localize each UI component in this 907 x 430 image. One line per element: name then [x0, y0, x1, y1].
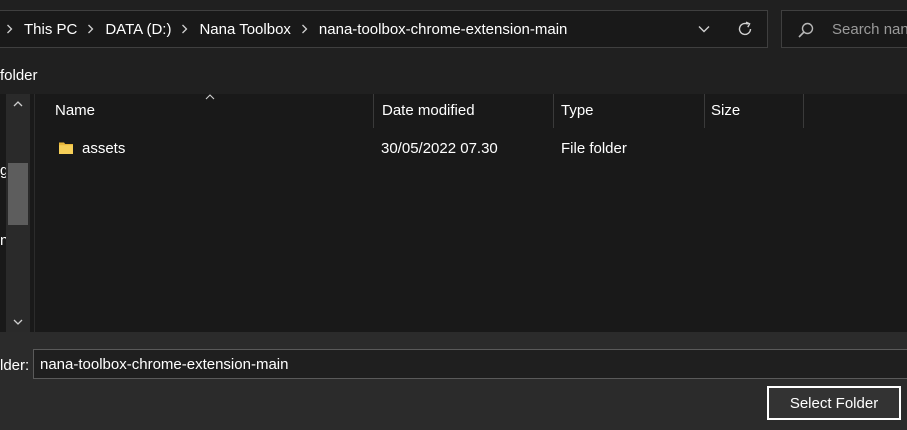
column-header-type[interactable]: Type [561, 94, 594, 128]
column-divider[interactable] [373, 94, 374, 128]
folder-picker-dialog: This PC DATA (D:) Nana Toolbox nana-tool… [0, 0, 907, 430]
search-icon [798, 22, 814, 38]
address-bar[interactable]: This PC DATA (D:) Nana Toolbox nana-tool… [0, 10, 768, 48]
navigation-pane: g n [0, 94, 34, 332]
column-header-size[interactable]: Size [711, 94, 740, 128]
scrollbar-thumb[interactable] [8, 163, 28, 225]
refresh-icon[interactable] [733, 18, 757, 40]
nav-scrollbar[interactable] [6, 94, 30, 332]
column-header-name[interactable]: Name [55, 94, 95, 128]
file-date-modified: 30/05/2022 07.30 [381, 140, 498, 157]
column-divider[interactable] [803, 94, 804, 128]
new-folder-command[interactable]: folder [0, 67, 38, 84]
breadcrumb-item-drive[interactable]: DATA (D:) [102, 21, 174, 38]
breadcrumb-item-nana-toolbox[interactable]: Nana Toolbox [196, 21, 293, 38]
dialog-footer: lder: Select Folder [0, 332, 907, 430]
search-placeholder: Search nana [832, 21, 907, 38]
sort-ascending-icon [205, 94, 215, 100]
search-box[interactable]: Search nana [781, 10, 907, 48]
chevron-right-icon[interactable] [298, 22, 312, 36]
breadcrumb-item-current-folder[interactable]: nana-toolbox-chrome-extension-main [316, 21, 570, 38]
column-divider[interactable] [553, 94, 554, 128]
chevron-down-icon[interactable] [12, 316, 24, 328]
column-divider[interactable] [704, 94, 705, 128]
column-header-date-modified[interactable]: Date modified [382, 94, 475, 128]
breadcrumb-item-this-pc[interactable]: This PC [21, 21, 80, 38]
chevron-right-icon[interactable] [84, 22, 98, 36]
chevron-down-icon[interactable] [693, 18, 715, 40]
table-row[interactable]: assets 30/05/2022 07.30 File folder [35, 134, 907, 164]
chevron-up-icon[interactable] [12, 98, 24, 110]
folder-field-label: lder: [0, 357, 30, 374]
folder-name-input[interactable] [33, 349, 907, 379]
select-folder-button[interactable]: Select Folder [767, 386, 901, 420]
chevron-right-icon[interactable] [3, 22, 17, 36]
file-list: Name Date modified Type Size assets 30/0… [35, 94, 907, 332]
navigation-bar: This PC DATA (D:) Nana Toolbox nana-tool… [0, 0, 907, 62]
command-bar: folder [0, 62, 907, 94]
file-type: File folder [561, 140, 627, 157]
breadcrumb: This PC DATA (D:) Nana Toolbox nana-tool… [0, 11, 570, 47]
chevron-right-icon[interactable] [178, 22, 192, 36]
folder-icon [59, 142, 73, 154]
file-name: assets [82, 140, 126, 157]
